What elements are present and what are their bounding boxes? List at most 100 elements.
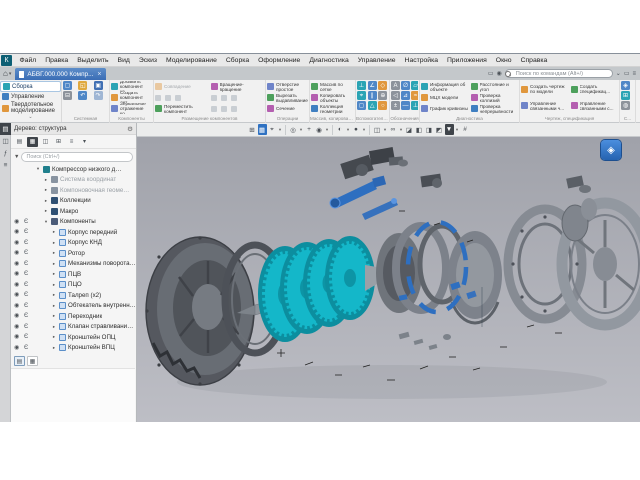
home-icon[interactable]: ⌂ [3, 68, 8, 80]
tree-sequence-view-icon[interactable]: ▦ [27, 137, 38, 147]
expand-caret-icon[interactable]: ▸ [43, 177, 49, 183]
open-document-icon[interactable]: ◱ [78, 81, 87, 90]
menu-item-3[interactable]: Выделить [73, 57, 113, 64]
tree-row[interactable]: ▾Компрессор низкого давления (Т... [11, 164, 136, 175]
ribbon-tab-1[interactable]: Сборка [0, 81, 61, 92]
ribbon-button[interactable]: Совпадение [155, 81, 209, 92]
tree-bottom-tab-2[interactable]: ▦ [27, 356, 38, 366]
app-logo-icon[interactable]: К [1, 55, 12, 66]
expand-caret-icon[interactable]: ▸ [51, 271, 57, 277]
display-caret-icon[interactable]: ▾ [362, 124, 367, 135]
print-icon[interactable]: ⊟ [63, 91, 72, 100]
parameters-panel-icon[interactable]: ◫ [0, 135, 11, 147]
tree-row[interactable]: ◉Є▾Компоненты [11, 217, 136, 228]
menu-item-13[interactable]: Окно [491, 57, 516, 64]
zoom-area-caret-icon[interactable]: ▾ [325, 124, 330, 135]
feature-c-icon[interactable]: ◍ [621, 101, 630, 110]
tree-row[interactable]: ◉Є▸Ротор [11, 248, 136, 259]
tree-structure-view-icon[interactable]: ▤ [14, 137, 25, 147]
view-left-icon[interactable]: ◧ [415, 124, 424, 135]
ribbon-button[interactable] [155, 92, 209, 103]
gear-icon[interactable]: ⚙ [127, 125, 133, 133]
tree-row[interactable]: ◉Є▸Переходник [11, 311, 136, 322]
shading-caret-icon[interactable]: ▾ [346, 124, 351, 135]
menu-item-14[interactable]: Справка [516, 57, 552, 64]
ribbon-button[interactable]: Массив по сетке [311, 81, 354, 92]
orientation-caret-icon[interactable]: ▾ [278, 124, 283, 135]
ribbon-button[interactable]: Информация об объекте [421, 81, 469, 92]
zoom-icon[interactable]: ◎ [289, 124, 298, 135]
ribbon-button[interactable]: Создать компонент дет... [111, 92, 152, 103]
visibility-eye-icon[interactable]: ◉ [14, 240, 19, 246]
menu-item-1[interactable]: Файл [15, 57, 41, 64]
tree-groups-icon[interactable]: ⊞ [53, 137, 64, 147]
ribbon-button[interactable]: Проверка непрерывности [471, 103, 519, 114]
note-line-icon[interactable]: — [401, 101, 410, 110]
section-clip-icon[interactable]: Є [24, 250, 28, 256]
visibility-eye-icon[interactable]: ◉ [14, 219, 19, 225]
section-view-icon[interactable]: ◪ [405, 124, 414, 135]
ribbon-button[interactable]: Управление связанными с... [571, 98, 619, 115]
note-wave-icon[interactable]: ≈ [411, 91, 418, 100]
filter-icon[interactable]: ▼ [445, 124, 454, 135]
section-clip-icon[interactable]: Є [24, 219, 28, 225]
tree-layers-icon[interactable]: ◫ [40, 137, 51, 147]
aux-surface-icon[interactable]: ◻ [357, 101, 366, 110]
zoom-caret-icon[interactable]: ▾ [299, 124, 304, 135]
menu-item-2[interactable]: Правка [41, 57, 73, 64]
current-view-icon[interactable]: ▦ [258, 124, 267, 135]
save-icon[interactable]: ▣ [94, 81, 103, 90]
ribbon-button[interactable]: Вращение-вращение [211, 81, 265, 92]
menu-item-5[interactable]: Эскиз [134, 57, 161, 64]
feature-b-icon[interactable]: ⊞ [621, 91, 630, 100]
ribbon-tab-3[interactable]: Твердотельное моделирование [0, 101, 61, 115]
visibility-eye-icon[interactable]: ◉ [14, 261, 19, 267]
collapse-ribbon-icon[interactable]: ⌄ [616, 69, 621, 79]
expand-caret-icon[interactable]: ▸ [51, 334, 57, 340]
menu-item-7[interactable]: Сборка [221, 57, 253, 64]
ribbon-button[interactable]: Управление связанными ч... [521, 98, 569, 115]
expand-caret-icon[interactable]: ▸ [43, 187, 49, 193]
visibility-eye-icon[interactable]: ◉ [14, 303, 19, 309]
orientation-icon[interactable]: ⌖ [268, 124, 277, 135]
feature-a-icon[interactable]: ◈ [621, 81, 630, 90]
section-clip-icon[interactable]: Є [24, 229, 28, 235]
ribbon-button[interactable] [211, 103, 265, 114]
ribbon-button[interactable]: Создать чертеж по модели [521, 81, 569, 98]
glasses-caret-icon[interactable]: ▾ [399, 124, 404, 135]
tree-row[interactable]: ▸Система координат [11, 175, 136, 186]
expand-caret-icon[interactable]: ▸ [51, 303, 57, 309]
expand-caret-icon[interactable]: ▸ [51, 229, 57, 235]
expand-caret-icon[interactable]: ▸ [51, 345, 57, 351]
tree-row[interactable]: ◉Є▸Обтекатель внутренний [11, 301, 136, 312]
visibility-eye-icon[interactable]: ◉ [14, 313, 19, 319]
aux-axis-icon[interactable]: ⊕ [378, 91, 387, 100]
exploded-compressor-model[interactable] [137, 137, 640, 422]
doc-eye-icon[interactable]: ◉ [497, 69, 502, 79]
tree-row[interactable]: ◉Є▸ПЦО [11, 280, 136, 291]
layout-icon[interactable]: ▭ [624, 69, 630, 79]
ribbon-button[interactable]: Коллекция геометрии [311, 103, 354, 114]
visibility-eye-icon[interactable]: ◉ [14, 334, 19, 340]
doc-properties-icon[interactable]: ▭ [488, 69, 494, 79]
tree-row[interactable]: ◉Є▸Корпус КНД [11, 238, 136, 249]
ribbon-button[interactable]: Сечение [267, 103, 308, 114]
redo-icon[interactable]: ↷ [94, 91, 103, 100]
ribbon-button[interactable]: Проверка коллизий [471, 92, 519, 103]
ribbon-tabs-expand-icon[interactable]: ⌄ [0, 115, 61, 120]
section-clip-icon[interactable]: Є [24, 261, 28, 267]
section-clip-icon[interactable]: Є [24, 292, 28, 298]
note-text-icon[interactable]: A [391, 81, 400, 90]
visibility-eye-icon[interactable]: ◉ [14, 229, 19, 235]
tree-panel-icon[interactable]: ▤ [0, 123, 11, 135]
tree-search-input[interactable] [21, 152, 133, 162]
pan-icon[interactable]: + [305, 124, 314, 135]
visibility-eye-icon[interactable]: ◉ [14, 324, 19, 330]
options-icon[interactable]: ≡ [632, 69, 636, 79]
ribbon-button[interactable]: Добавить компонент из... [111, 81, 152, 92]
expand-caret-icon[interactable]: ▸ [51, 240, 57, 246]
display-mode-icon[interactable]: ● [352, 124, 361, 135]
section-clip-icon[interactable]: Є [24, 240, 28, 246]
command-search-input[interactable] [505, 69, 613, 78]
expand-caret-icon[interactable]: ▸ [43, 208, 49, 214]
